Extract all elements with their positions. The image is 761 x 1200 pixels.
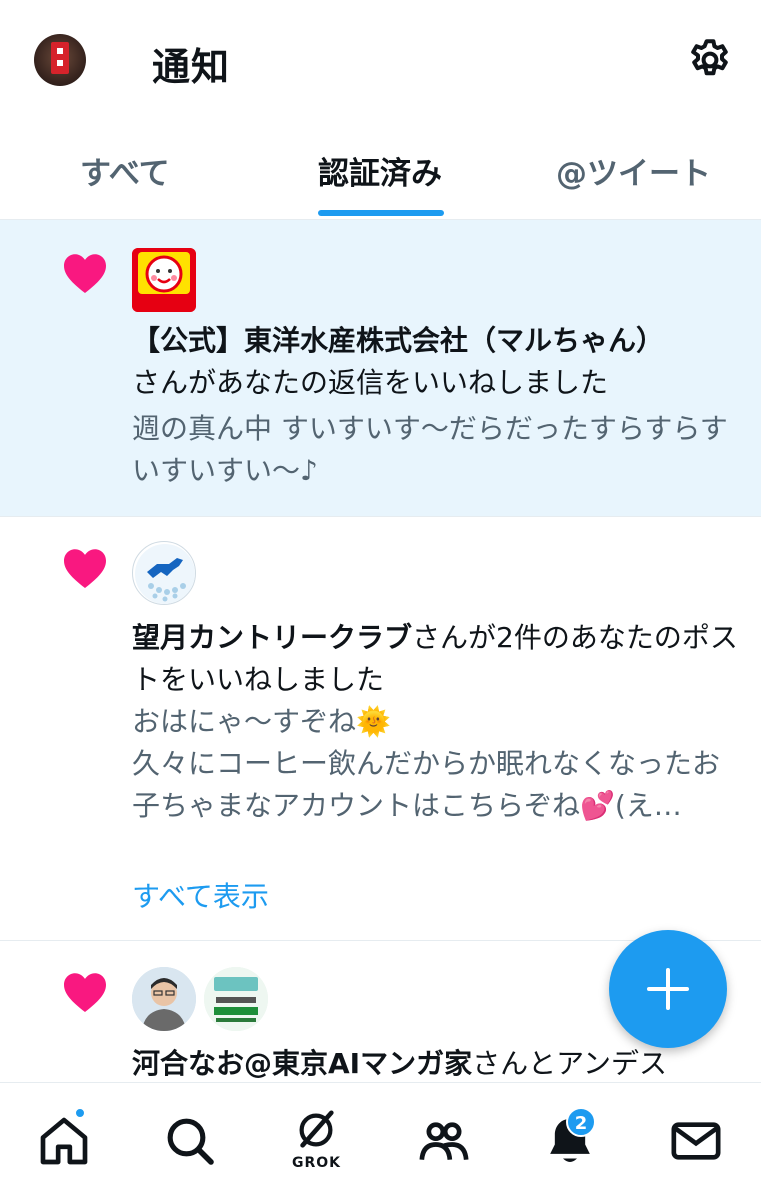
grok-icon[interactable] (290, 1107, 342, 1153)
page-title: 通知 (152, 45, 231, 89)
user-photo-avatar[interactable] (132, 967, 196, 1031)
home-icon[interactable] (36, 1113, 92, 1169)
heart-icon (64, 973, 106, 1013)
settings-gear-icon[interactable] (686, 36, 734, 84)
mochizuki-cc-avatar[interactable] (132, 541, 196, 605)
grok-label: GROK (292, 1155, 342, 1171)
tab-verified[interactable]: 認証済み (318, 148, 442, 193)
search-icon[interactable] (162, 1113, 218, 1169)
notification-action: さんとアンデス (472, 1047, 667, 1080)
golf-ball-horse-icon (135, 544, 195, 604)
profile-avatar[interactable] (34, 34, 86, 86)
andes-logo-icon (204, 967, 268, 1031)
preview-line: おはにゃ〜すぞね🌞 (132, 705, 391, 738)
notification-preview: 週の真ん中 すいすいす〜だらだったすらすらすいすいすい〜♪ (132, 412, 728, 487)
notifications-badge: 2 (566, 1107, 596, 1137)
notification-tabs: すべて 認証済み @ツイート (0, 120, 761, 220)
plus-icon-vertical (666, 968, 670, 1010)
notification-user[interactable]: 【公式】東洋水産株式会社（マルちゃん） (132, 324, 664, 357)
person-photo-icon (132, 967, 196, 1031)
notification-user[interactable]: 河合なお@東京AIマンガ家 (132, 1047, 472, 1080)
preview-line: 久々にコーヒー飲んだからか眠れなくなったお子ちゃまなアカウントはこちらぞね💕(え… (132, 747, 721, 822)
notification-action: さんがあなたの返信をいいねしました (132, 366, 609, 399)
notification-item[interactable]: 【公式】東洋水産株式会社（マルちゃん） さんがあなたの返信をいいねしました 週の… (0, 220, 761, 517)
heart-icon (64, 254, 106, 294)
notification-text: 河合なお@東京AIマンガ家さんとアンデス (132, 1043, 742, 1082)
messages-mail-icon[interactable] (668, 1113, 724, 1169)
active-tab-indicator (318, 210, 444, 216)
tab-mentions[interactable]: @ツイート (556, 148, 711, 193)
tab-all[interactable]: すべて (80, 148, 170, 193)
notification-preview: おはにゃ〜すぞね🌞 久々にコーヒー飲んだからか眠れなくなったお子ちゃまなアカウン… (132, 701, 742, 827)
maruchan-logo-avatar[interactable] (132, 248, 196, 312)
notification-text: 【公式】東洋水産株式会社（マルちゃん） さんがあなたの返信をいいねしました (132, 320, 742, 404)
notification-user[interactable]: 望月カントリークラブ (132, 621, 412, 654)
notification-item[interactable]: 望月カントリークラブさんが2件のあなたのポストをいいねしました おはにゃ〜すぞね… (0, 517, 761, 941)
notification-text: 望月カントリークラブさんが2件のあなたのポストをいいねしました (132, 617, 742, 701)
heart-icon (64, 549, 106, 589)
header: 通知 (0, 0, 761, 120)
home-unread-dot (74, 1107, 86, 1119)
compose-button[interactable] (609, 930, 727, 1048)
communities-icon[interactable] (416, 1113, 472, 1169)
maruchan-logo-icon (132, 248, 196, 312)
bottom-navigation: GROK 2 (0, 1082, 761, 1200)
andes-lab-avatar[interactable] (204, 967, 268, 1031)
show-all-link[interactable]: すべて表示 (132, 875, 269, 915)
